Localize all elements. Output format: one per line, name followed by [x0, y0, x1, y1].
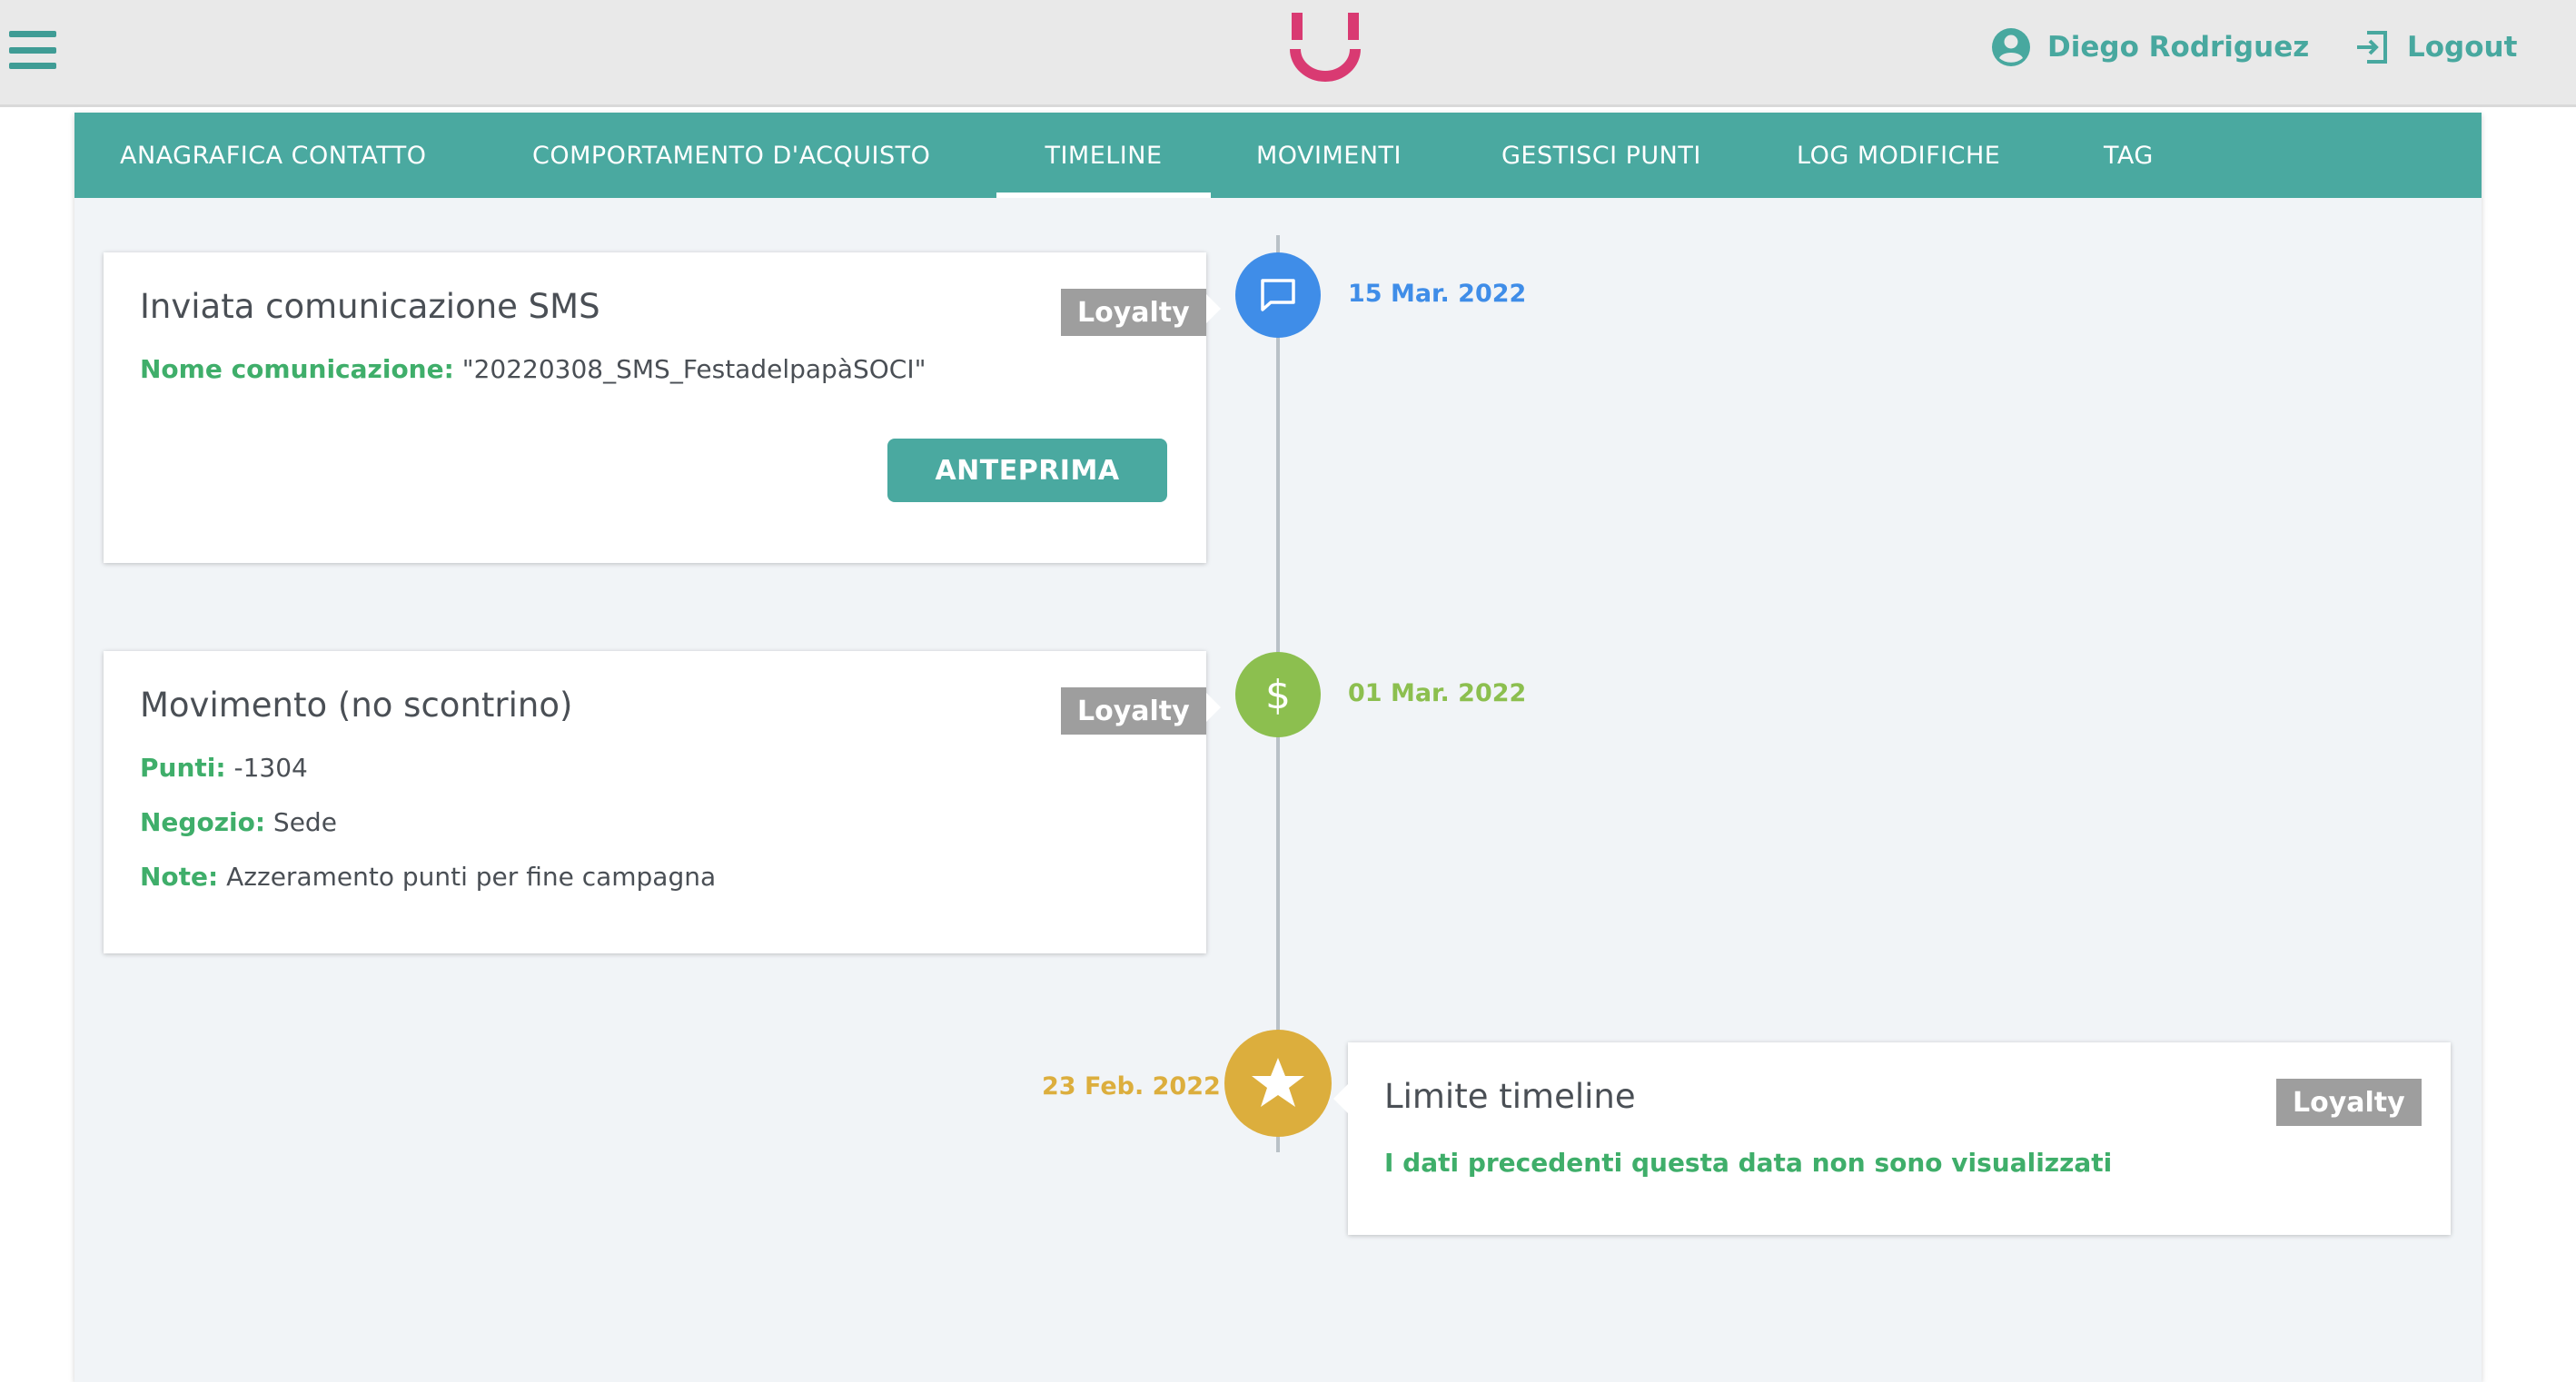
- field-label: Punti:: [140, 753, 226, 783]
- user-name: Diego Rodriguez: [2047, 31, 2310, 64]
- timeline-card-sms: Inviata comunicazione SMS Loyalty Nome c…: [104, 252, 1221, 563]
- card-title: Inviata comunicazione SMS: [140, 287, 600, 326]
- logout-icon: [2357, 31, 2387, 64]
- tab-timeline[interactable]: TIMELINE: [996, 113, 1211, 198]
- field-label: Note:: [140, 862, 219, 892]
- contact-panel: ANAGRAFICA CONTATTO COMPORTAMENTO D'ACQU…: [74, 113, 2482, 1382]
- timeline-marker-limit: [1224, 1030, 1332, 1137]
- star-icon: [1252, 1058, 1304, 1107]
- timeline-limit-notice: I dati precedenti questa data non sono v…: [1384, 1148, 2113, 1178]
- tab-gestisci-punti[interactable]: GESTISCI PUNTI: [1501, 113, 1701, 198]
- logout-button[interactable]: Logout: [2354, 27, 2517, 67]
- timeline-date: 01 Mar. 2022: [1348, 679, 1527, 707]
- field-label: Negozio:: [140, 807, 266, 837]
- anteprima-button[interactable]: ANTEPRIMA: [887, 439, 1167, 502]
- timeline-marker-movimento: $: [1235, 652, 1321, 737]
- loyalty-badge: Loyalty: [1061, 289, 1206, 336]
- top-bar: Diego Rodriguez Logout: [0, 0, 2576, 107]
- field-value: Sede: [265, 807, 337, 837]
- field-value: "20220308_SMS_FestadelpapàSOCI": [453, 354, 926, 384]
- dollar-icon: $: [1265, 671, 1291, 718]
- brand-logo: [1290, 13, 1361, 82]
- hamburger-menu-icon[interactable]: [9, 31, 56, 69]
- card-title: Limite timeline: [1384, 1077, 1636, 1116]
- timeline-card-movimento: Movimento (no scontrino) Loyalty Punti: …: [104, 651, 1221, 953]
- field-value: Azzeramento punti per fine campagna: [218, 862, 717, 892]
- tab-tag[interactable]: TAG: [2104, 113, 2154, 198]
- loyalty-badge: Loyalty: [2276, 1079, 2422, 1126]
- timeline-marker-sms: [1235, 252, 1321, 338]
- logout-label: Logout: [2407, 31, 2518, 64]
- field-value: -1304: [225, 753, 308, 783]
- user-avatar-icon: [1992, 28, 2030, 66]
- negozio-field: Negozio: Sede: [140, 807, 337, 837]
- timeline-date: 23 Feb. 2022: [1042, 1072, 1221, 1101]
- chat-icon: [1261, 279, 1295, 311]
- tab-anagrafica-contatto[interactable]: ANAGRAFICA CONTATTO: [120, 113, 426, 198]
- note-field: Note: Azzeramento punti per fine campagn…: [140, 862, 716, 892]
- tab-comportamento-acquisto[interactable]: COMPORTAMENTO D'ACQUISTO: [532, 113, 930, 198]
- field-label: Nome comunicazione:: [140, 354, 454, 384]
- card-title: Movimento (no scontrino): [140, 686, 573, 725]
- timeline-card-limit: Limite timeline Loyalty I dati precedent…: [1333, 1042, 2451, 1235]
- communication-name-field: Nome comunicazione: "20220308_SMS_Festad…: [140, 354, 926, 384]
- tab-log-modifiche[interactable]: LOG MODIFICHE: [1797, 113, 2000, 198]
- punti-field: Punti: -1304: [140, 753, 308, 783]
- user-menu[interactable]: Diego Rodriguez: [1991, 27, 2309, 67]
- loyalty-badge: Loyalty: [1061, 687, 1206, 735]
- tab-movimenti[interactable]: MOVIMENTI: [1256, 113, 1402, 198]
- tab-bar: ANAGRAFICA CONTATTO COMPORTAMENTO D'ACQU…: [74, 113, 2482, 198]
- timeline-date: 15 Mar. 2022: [1348, 280, 1527, 308]
